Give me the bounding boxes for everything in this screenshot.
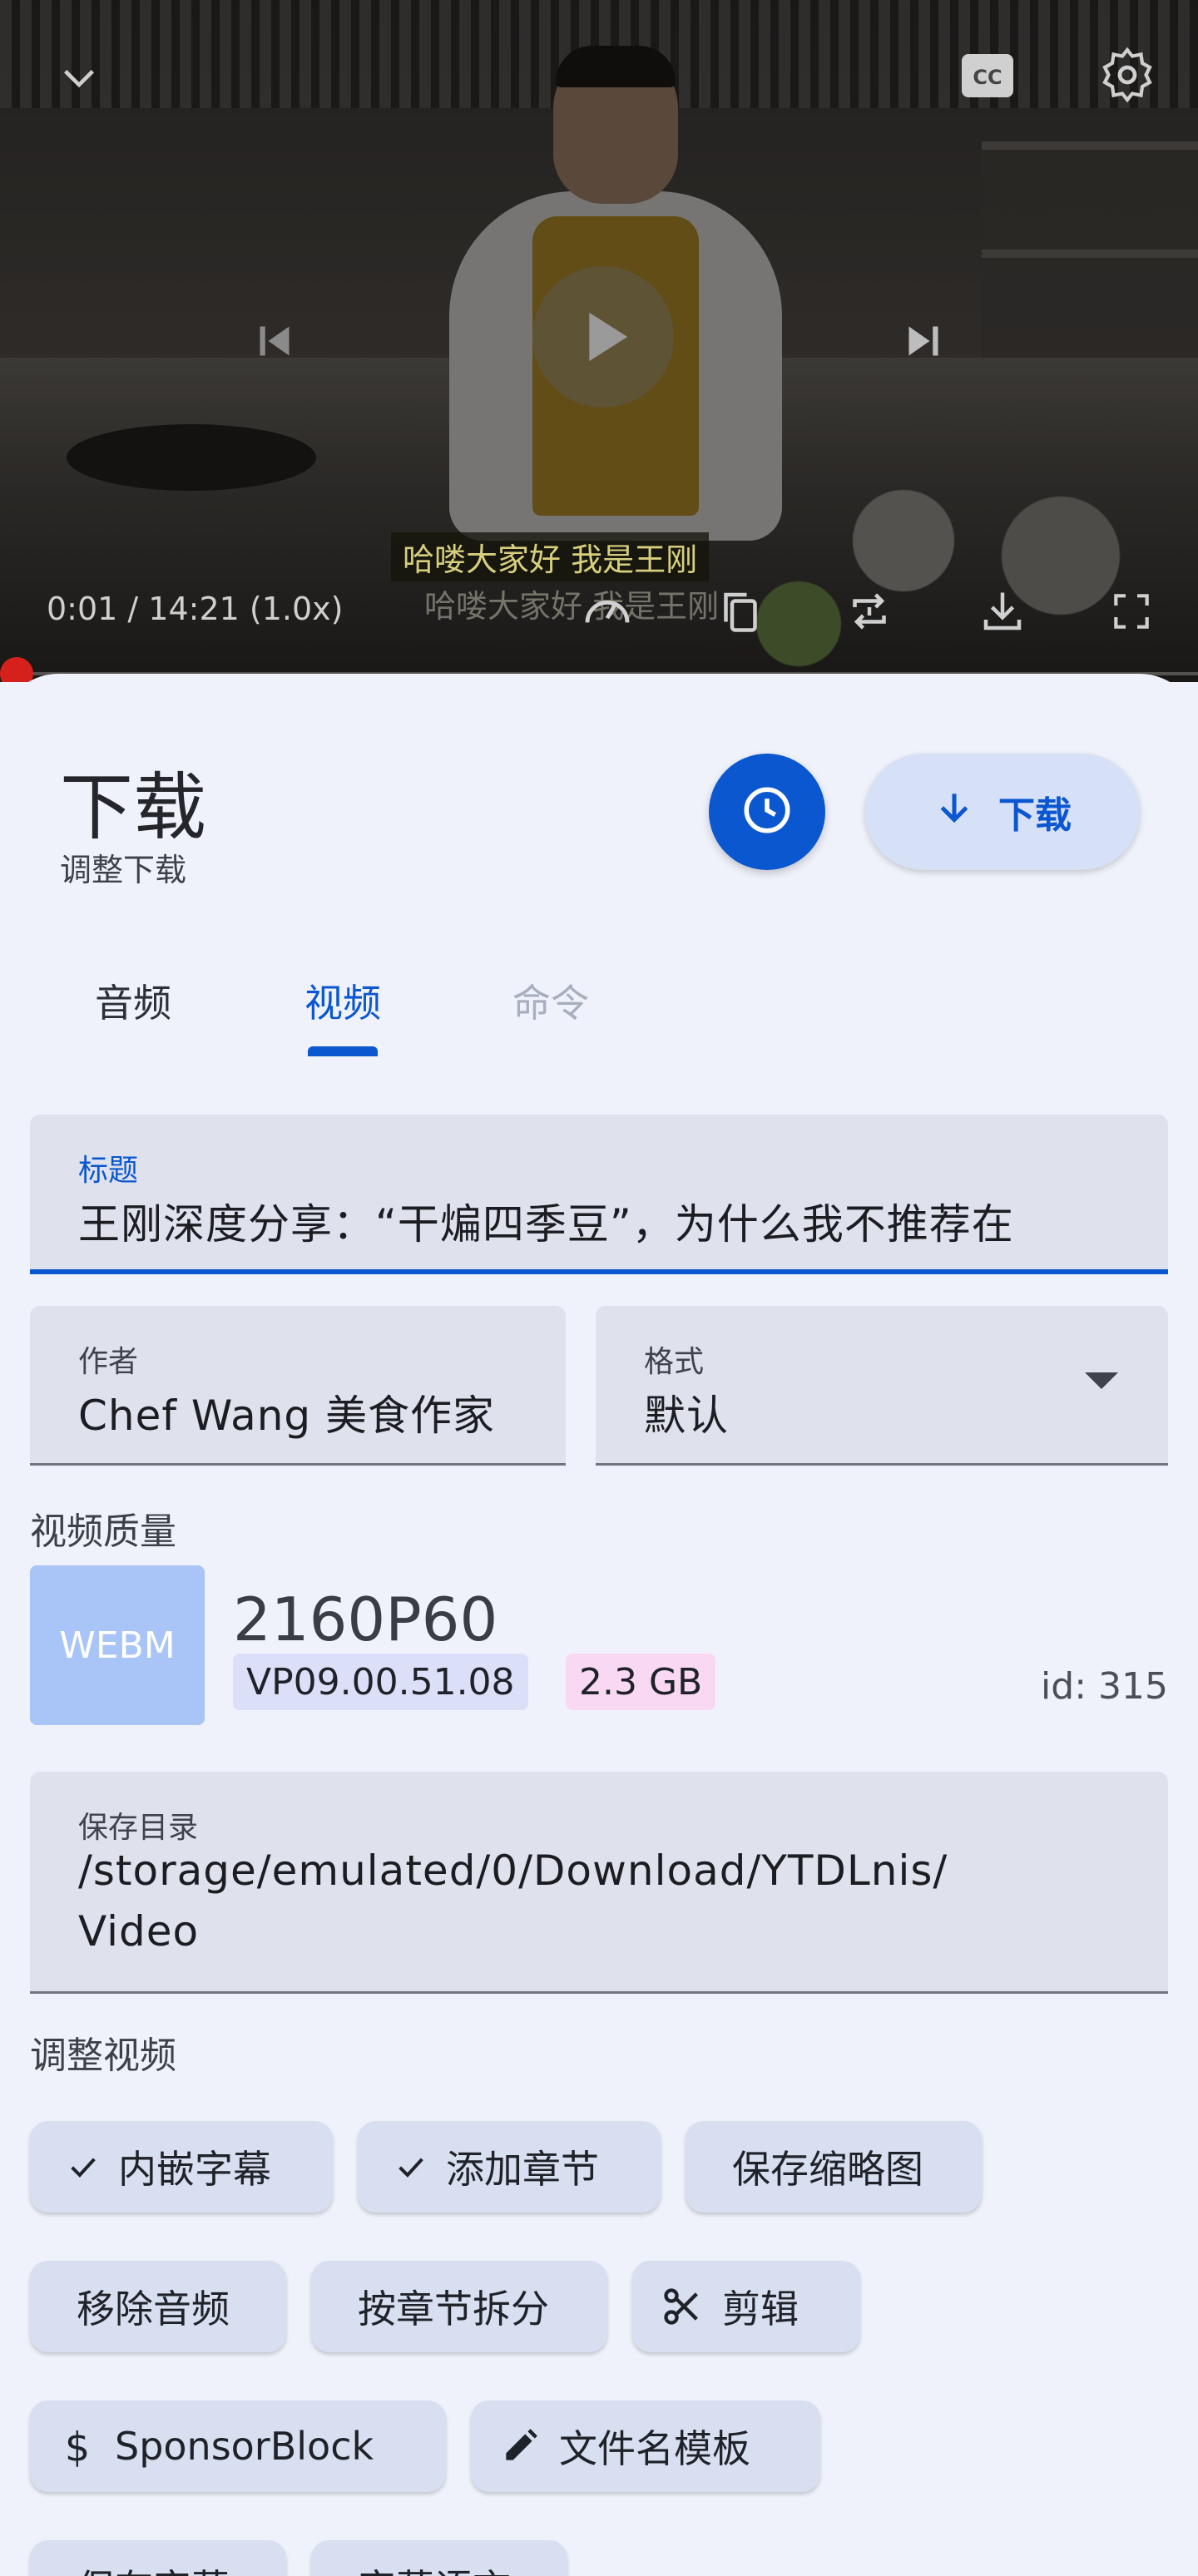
chevron-down-icon[interactable] bbox=[50, 50, 108, 108]
title-field[interactable]: 标题 王刚深度分享：“干煸四季豆”，为什么我不推荐在 bbox=[30, 1115, 1168, 1274]
size-tag: 2.3 GB bbox=[566, 1654, 716, 1710]
save-directory-label: 保存目录 bbox=[78, 1811, 199, 1845]
save-directory-value-line2: Video bbox=[78, 1907, 200, 1955]
save-directory-value-line1: /storage/emulated/0/Download/YTDLnis/ bbox=[78, 1847, 948, 1895]
tab-bar: 音频 视频 命令 bbox=[0, 957, 1198, 1056]
tab-command[interactable]: 命令 bbox=[468, 957, 634, 1056]
video-quality-label: 视频质量 bbox=[30, 1510, 176, 1553]
split-by-chapters-chip[interactable]: 按章节拆分 bbox=[311, 2261, 607, 2352]
pencil-icon bbox=[499, 2425, 541, 2467]
filename-template-label: 文件名模板 bbox=[559, 2426, 750, 2471]
dropdown-arrow-icon bbox=[1085, 1372, 1118, 1396]
format-name[interactable]: 2160P60 bbox=[233, 1585, 498, 1654]
cut-chip[interactable]: 剪辑 bbox=[632, 2261, 860, 2352]
speed-icon[interactable] bbox=[574, 578, 641, 645]
tab-audio[interactable]: 音频 bbox=[50, 957, 216, 1056]
embed-subtitles-chip[interactable]: 内嵌字幕 bbox=[30, 2121, 333, 2213]
timecode: 0:01 / 14:21 (1.0x) bbox=[47, 591, 344, 627]
gear-icon[interactable] bbox=[1094, 42, 1161, 108]
download-button-label: 下载 bbox=[998, 794, 1072, 837]
check-icon bbox=[394, 2150, 428, 2183]
author-field[interactable]: 作者 Chef Wang 美食作家 bbox=[30, 1306, 566, 1466]
sponsorblock-chip[interactable]: $ SponsorBlock bbox=[30, 2400, 446, 2492]
tab-indicator bbox=[308, 1046, 378, 1056]
add-chapters-label: 添加章节 bbox=[446, 2147, 599, 2192]
subtitle-language-chip[interactable]: 字幕语言 bbox=[311, 2540, 567, 2576]
format-dropdown-value: 默认 bbox=[644, 1392, 729, 1440]
title-field-label: 标题 bbox=[78, 1154, 139, 1188]
cc-icon[interactable]: CC bbox=[957, 48, 1018, 103]
video-player[interactable]: CC 哈喽大家好 我是王刚 哈喽大家好 我是王刚 0:01 / 14:21 (1… bbox=[0, 0, 1198, 682]
download-icon[interactable] bbox=[969, 578, 1036, 645]
remove-audio-chip[interactable]: 移除音频 bbox=[30, 2261, 286, 2352]
sheet-title: 下载 bbox=[60, 764, 207, 850]
save-directory-field[interactable]: 保存目录 /storage/emulated/0/Download/YTDLni… bbox=[30, 1772, 1168, 1994]
scissors-icon bbox=[661, 2285, 704, 2328]
dollar-icon: $ bbox=[58, 2425, 97, 2468]
subtitle-line-1: 哈喽大家好 我是王刚 bbox=[391, 532, 710, 581]
subtitle-language-label: 字幕语言 bbox=[358, 2559, 511, 2576]
save-thumbnail-label: 保存缩略图 bbox=[732, 2147, 923, 2192]
save-subtitles-label: 保存字幕 bbox=[77, 2559, 230, 2576]
embed-subtitles-label: 内嵌字幕 bbox=[118, 2147, 271, 2192]
check-icon bbox=[67, 2150, 100, 2183]
download-sheet: 下载 调整下载 下载 音频 视频 命令 标题 王刚深度分享：“干煸四季豆”，为什… bbox=[0, 674, 1198, 2576]
save-subtitles-chip[interactable]: 保存字幕 bbox=[30, 2540, 286, 2576]
adjust-video-label: 调整视频 bbox=[30, 2035, 176, 2077]
codec-tag: VP09.00.51.08 bbox=[233, 1654, 528, 1710]
author-field-label: 作者 bbox=[78, 1345, 139, 1379]
svg-text:$: $ bbox=[65, 2425, 90, 2468]
cut-label: 剪辑 bbox=[722, 2287, 799, 2331]
skip-previous-icon[interactable] bbox=[241, 308, 308, 374]
filename-template-chip[interactable]: 文件名模板 bbox=[471, 2400, 820, 2492]
clock-icon bbox=[740, 783, 795, 841]
format-container-badge[interactable]: WEBM bbox=[30, 1565, 205, 1725]
split-by-chapters-label: 按章节拆分 bbox=[358, 2287, 549, 2331]
format-id: id: 315 bbox=[1041, 1665, 1168, 1708]
title-field-value: 王刚深度分享：“干煸四季豆”，为什么我不推荐在 bbox=[78, 1200, 1014, 1248]
save-thumbnail-chip[interactable]: 保存缩略图 bbox=[686, 2121, 982, 2213]
svg-text:CC: CC bbox=[973, 66, 1002, 89]
add-chapters-chip[interactable]: 添加章节 bbox=[358, 2121, 661, 2213]
schedule-button[interactable] bbox=[709, 754, 825, 870]
play-icon[interactable] bbox=[532, 266, 674, 408]
remove-audio-label: 移除音频 bbox=[77, 2287, 230, 2331]
sheet-subtitle: 调整下载 bbox=[60, 852, 187, 888]
arrow-down-icon bbox=[933, 787, 975, 838]
copy-icon[interactable] bbox=[707, 578, 774, 645]
format-dropdown[interactable]: 格式 默认 bbox=[596, 1306, 1168, 1466]
fullscreen-icon[interactable] bbox=[1098, 578, 1165, 645]
subtitle-line-2: 哈喽大家好 我是王刚 bbox=[424, 588, 720, 625]
download-button[interactable]: 下载 bbox=[865, 754, 1140, 870]
sponsorblock-label: SponsorBlock bbox=[115, 2424, 374, 2469]
author-field-value: Chef Wang 美食作家 bbox=[78, 1392, 496, 1440]
repeat-icon[interactable] bbox=[836, 578, 903, 645]
format-dropdown-label: 格式 bbox=[644, 1345, 705, 1379]
skip-next-icon[interactable] bbox=[890, 308, 957, 374]
tab-video[interactable]: 视频 bbox=[260, 957, 426, 1056]
